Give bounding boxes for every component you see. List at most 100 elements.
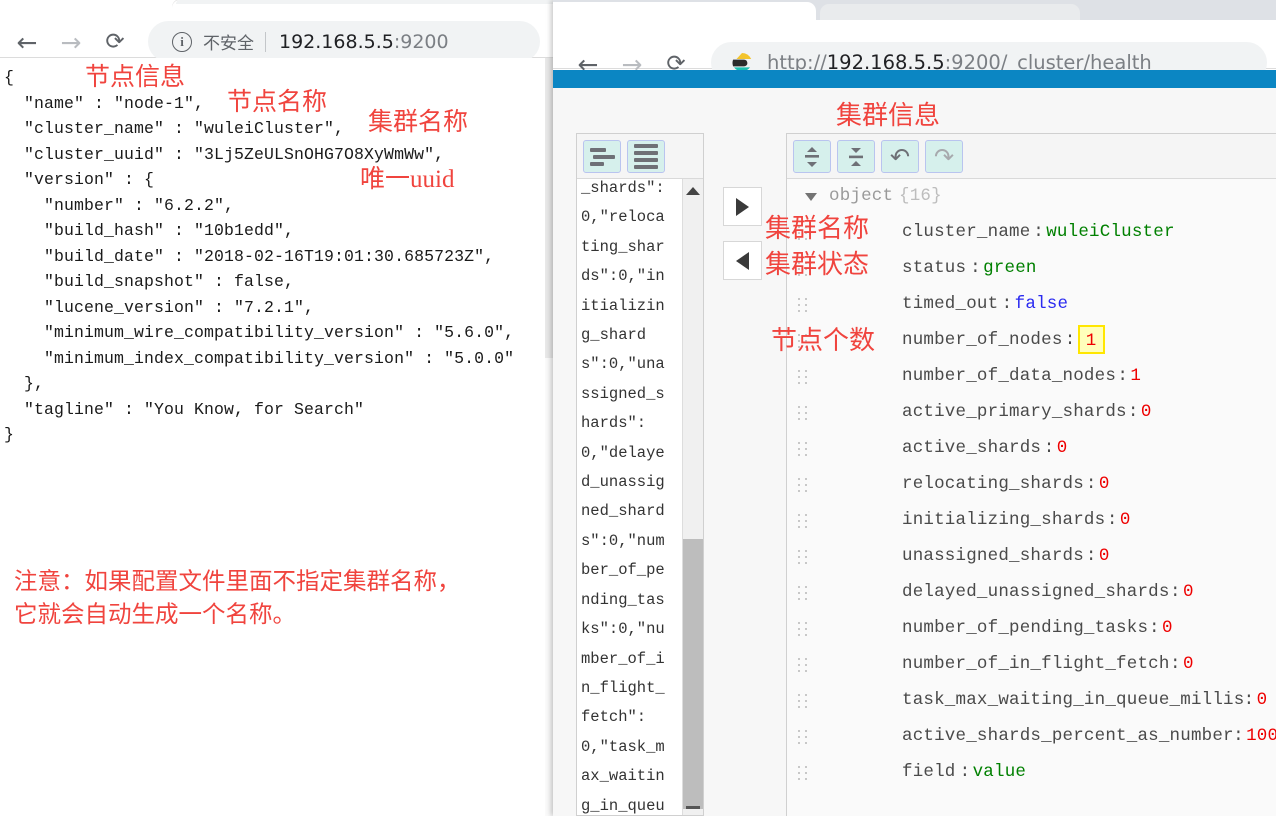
compact-lines-icon <box>634 144 658 169</box>
tree-row-value[interactable]: 0 <box>1057 438 1068 458</box>
tree-row-value[interactable]: false <box>1015 294 1069 314</box>
tree-row-key[interactable]: number_of_pending_tasks <box>902 618 1148 638</box>
tree-row-value[interactable]: 0 <box>1099 474 1110 494</box>
drag-handle-icon[interactable] <box>797 657 810 672</box>
left-page-scrollbar-thumb[interactable] <box>545 58 553 358</box>
transfer-right-icon <box>736 197 749 216</box>
drag-handle-icon[interactable] <box>797 621 810 636</box>
tree-row-key[interactable]: number_of_nodes <box>902 330 1063 350</box>
tree-row[interactable]: active_primary_shards:0 <box>787 395 1276 431</box>
tree-row-key[interactable]: task_max_waiting_in_queue_millis <box>902 690 1244 710</box>
code-scrollbar-thumb[interactable] <box>683 539 703 809</box>
tree-row-key[interactable]: number_of_data_nodes <box>902 366 1116 386</box>
scroll-down-arrow-icon[interactable] <box>686 806 700 809</box>
left-url-port: :9200 <box>393 30 449 53</box>
tree-row[interactable]: active_shards_percent_as_number:100 <box>787 719 1276 755</box>
back-button[interactable]: ← <box>10 25 44 59</box>
info-circle-icon[interactable]: i <box>172 31 192 52</box>
code-text-area[interactable]: _shards":0,"relocating_shards":0,"initia… <box>577 179 703 815</box>
forward-button[interactable]: → <box>54 25 88 59</box>
arrow-left-icon: ← <box>16 27 38 57</box>
drag-handle-icon[interactable] <box>797 693 810 708</box>
tree-row[interactable]: number_of_in_flight_fetch:0 <box>787 647 1276 683</box>
expand-all-button[interactable] <box>793 140 831 173</box>
drag-handle-icon[interactable] <box>797 585 810 600</box>
collapse-all-button[interactable] <box>837 140 875 173</box>
right-browser-tab-secondary[interactable] <box>820 4 1080 20</box>
tree-row-value[interactable]: 0 <box>1183 654 1194 674</box>
tree-row[interactable]: field: value <box>787 755 1276 791</box>
tree-row[interactable]: active_shards:0 <box>787 431 1276 467</box>
right-browser-toolbar: ← → ⟳ http://192.168.5.5:9200/_cluster/h… <box>553 20 1276 83</box>
code-panel-scrollbar[interactable] <box>682 179 703 815</box>
tree-row-key[interactable]: relocating_shards <box>902 474 1084 494</box>
page-accent-bar <box>553 70 1276 88</box>
tree-row-value[interactable]: 1 <box>1077 325 1105 354</box>
tree-row-key[interactable]: cluster_name <box>902 222 1030 242</box>
transfer-left-icon <box>736 251 749 270</box>
tree-row-key[interactable]: initializing_shards <box>902 510 1105 530</box>
undo-button[interactable]: ↶ <box>881 140 919 173</box>
tree-row[interactable]: initializing_shards:0 <box>787 503 1276 539</box>
format-button[interactable] <box>583 140 621 173</box>
tree-root-row[interactable]: object {16} <box>787 179 1276 215</box>
tree-row-value[interactable]: 1 <box>1130 366 1141 386</box>
tree-row[interactable]: relocating_shards:0 <box>787 467 1276 503</box>
tree-row-value[interactable]: 0 <box>1162 618 1173 638</box>
tree-row-value[interactable]: green <box>983 258 1037 278</box>
drag-handle-icon[interactable] <box>797 513 810 528</box>
drag-handle-icon[interactable] <box>797 369 810 384</box>
tree-row-separator: : <box>1170 582 1181 602</box>
scroll-up-arrow-icon[interactable] <box>686 187 700 195</box>
drag-handle-icon[interactable] <box>797 729 810 744</box>
redo-button[interactable]: ↷ <box>925 140 963 173</box>
drag-handle-icon[interactable] <box>797 297 810 312</box>
transfer-right-button[interactable] <box>723 187 762 226</box>
tree-row-value[interactable]: 0 <box>1183 582 1194 602</box>
tree-row-separator: : <box>1033 222 1044 242</box>
drag-handle-icon[interactable] <box>797 549 810 564</box>
tree-row-key[interactable]: number_of_in_flight_fetch <box>902 654 1170 674</box>
tree-row-value[interactable]: 0 <box>1120 510 1131 530</box>
left-browser-window: ← → ⟳ i 不安全 192.168.5.5:9200 { "name" : … <box>0 0 553 816</box>
tree-row[interactable]: task_max_waiting_in_queue_millis:0 <box>787 683 1276 719</box>
drag-handle-icon[interactable] <box>797 405 810 420</box>
tree-row-value[interactable]: 100 <box>1246 726 1276 746</box>
tree-row-value[interactable]: 0 <box>1141 402 1152 422</box>
tree-row-separator: : <box>1106 510 1118 530</box>
tree-row-key[interactable]: status <box>902 258 966 278</box>
code-panel-toolbar <box>577 134 703 179</box>
transfer-left-button[interactable] <box>723 241 762 280</box>
tree-row-key[interactable]: unassigned_shards <box>902 546 1084 566</box>
left-browser-tab-inner <box>176 0 553 4</box>
drag-handle-icon[interactable] <box>797 765 810 780</box>
tree-row-key[interactable]: active_primary_shards <box>902 402 1127 422</box>
tree-row-key[interactable]: active_shards_percent_as_number <box>902 726 1234 746</box>
left-address-bar[interactable]: i 不安全 192.168.5.5:9200 <box>148 21 540 62</box>
format-indent-icon <box>590 147 615 166</box>
annotation-cluster-status: 集群状态 <box>765 250 870 279</box>
redo-icon: ↷ <box>933 142 955 171</box>
tree-row[interactable]: delayed_unassigned_shards:0 <box>787 575 1276 611</box>
left-browser-toolbar: ← → ⟳ i 不安全 192.168.5.5:9200 <box>0 9 553 62</box>
tree-row-value[interactable]: value <box>973 762 1027 782</box>
root-count-label: {16} <box>899 186 942 206</box>
compact-button[interactable] <box>627 140 665 173</box>
code-json-text: _shards":0,"relocating_shards":0,"initia… <box>581 179 665 815</box>
tree-row[interactable]: number_of_pending_tasks:0 <box>787 611 1276 647</box>
drag-handle-icon[interactable] <box>797 441 810 456</box>
tree-row-value[interactable]: 0 <box>1099 546 1110 566</box>
tree-row-value[interactable]: 0 <box>1257 690 1268 710</box>
tree-row-key[interactable]: active_shards <box>902 438 1041 458</box>
tree-row[interactable]: number_of_data_nodes:1 <box>787 359 1276 395</box>
drag-handle-icon[interactable] <box>797 477 810 492</box>
tree-row-value[interactable]: wuleiCluster <box>1046 222 1174 242</box>
tree-row[interactable]: unassigned_shards:0 <box>787 539 1276 575</box>
tree-row-key[interactable]: field <box>902 762 956 782</box>
reload-button[interactable]: ⟳ <box>98 25 132 59</box>
chevron-down-icon[interactable] <box>805 193 817 201</box>
tree-row[interactable]: timed_out: false <box>787 287 1276 323</box>
right-browser-tab-active[interactable] <box>553 2 816 20</box>
tree-row-key[interactable]: timed_out <box>902 294 998 314</box>
tree-row-key[interactable]: delayed_unassigned_shards <box>902 582 1170 602</box>
